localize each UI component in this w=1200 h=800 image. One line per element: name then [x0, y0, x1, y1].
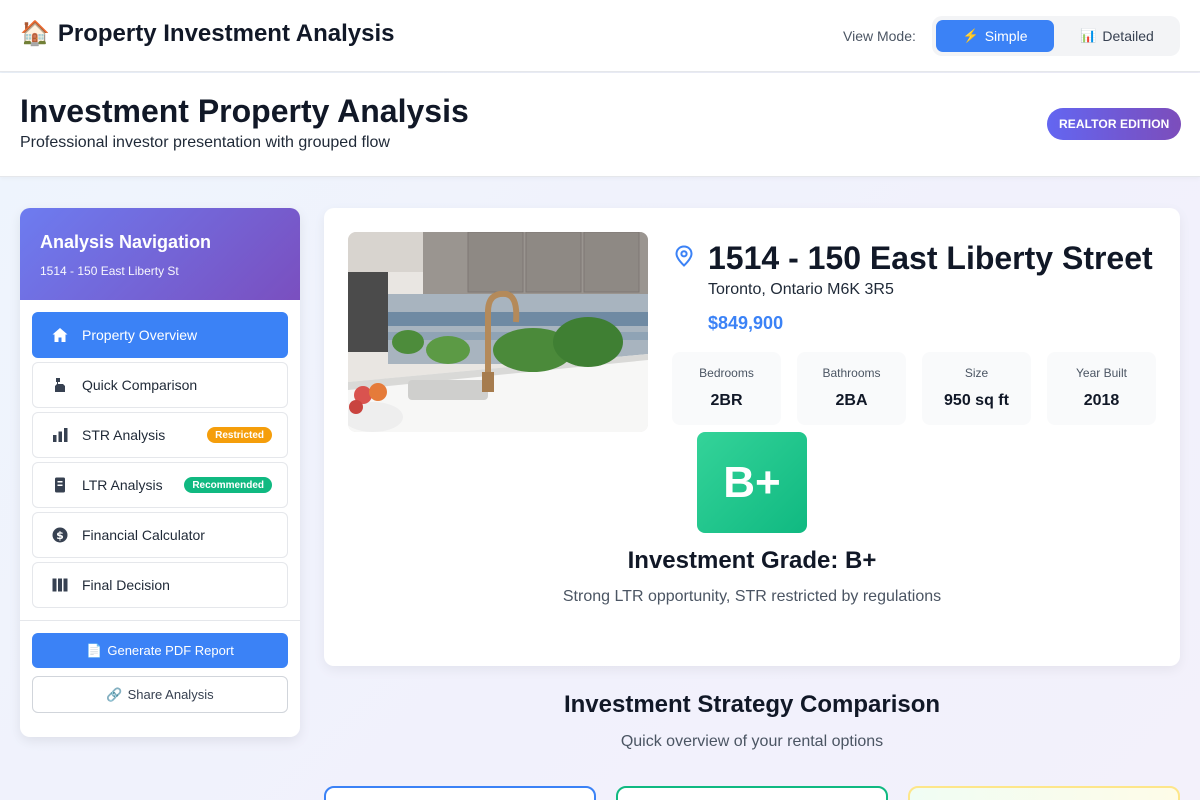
- realtor-edition-badge: REALTOR EDITION: [1047, 108, 1182, 140]
- sidebar-item-label: Quick Comparison: [82, 377, 198, 393]
- svg-text:$: $: [56, 529, 64, 542]
- bar-chart-icon: [49, 426, 71, 444]
- sidebar-item-label: Property Overview: [82, 327, 198, 343]
- sidebar-title: Analysis Navigation: [40, 232, 212, 252]
- sidebar-item-final-decision[interactable]: Final Decision: [32, 562, 288, 608]
- stat-label: Year Built: [1076, 366, 1127, 380]
- sidebar-item-ltr-analysis[interactable]: LTR Analysis Recommended: [32, 462, 288, 508]
- share-analysis-label: Share Analysis: [127, 687, 214, 702]
- share-analysis-button[interactable]: 🔗 Share Analysis: [32, 676, 288, 713]
- property-price: $849,900: [708, 313, 784, 333]
- sidebar-item-str-analysis[interactable]: STR Analysis Restricted: [32, 412, 288, 458]
- page-header: Investment Property Analysis Professiona…: [0, 73, 1200, 177]
- sidebar-item-label: STR Analysis: [82, 427, 166, 443]
- stat-value: 950 sq ft: [944, 392, 1009, 409]
- page-subtitle: Professional investor presentation with …: [20, 134, 390, 151]
- generate-pdf-label: Generate PDF Report: [107, 643, 234, 658]
- compare-icon: [49, 376, 71, 394]
- stat-bathrooms: Bathrooms 2BA: [797, 352, 906, 425]
- app-title: 🏠 Property Investment Analysis: [20, 20, 394, 48]
- sidebar-item-label: LTR Analysis: [82, 477, 163, 493]
- stat-year-built: Year Built 2018: [1047, 352, 1156, 425]
- restricted-badge: Restricted: [207, 427, 272, 443]
- top-bar: 🏠 Property Investment Analysis View Mode…: [0, 0, 1200, 72]
- app-title-text: Property Investment Analysis: [57, 20, 395, 47]
- strategy-section-subtitle: Quick overview of your rental options: [620, 733, 884, 750]
- property-photo: [348, 232, 648, 432]
- investment-grade-badge: B+: [697, 432, 807, 533]
- chart-icon: 📊: [1080, 28, 1097, 43]
- strategy-section-title: Investment Strategy Comparison: [563, 691, 941, 718]
- simple-mode-button[interactable]: ⚡ Simple: [936, 20, 1054, 52]
- house-icon: 🏠: [20, 20, 50, 47]
- stat-value: 2BA: [835, 392, 868, 409]
- sidebar-item-label: Financial Calculator: [82, 527, 205, 543]
- property-address: 1514 - 150 East Liberty Street: [708, 240, 1153, 276]
- stat-bedrooms: Bedrooms 2BR: [672, 352, 781, 425]
- page-title: Investment Property Analysis: [20, 93, 469, 129]
- strategy-card-str[interactable]: [324, 786, 596, 800]
- detailed-mode-button[interactable]: 📊 Detailed: [1058, 20, 1176, 52]
- sidebar-item-quick-comparison[interactable]: Quick Comparison: [32, 362, 288, 408]
- strategy-card-third[interactable]: [908, 786, 1180, 800]
- stat-value: 2018: [1083, 392, 1120, 409]
- view-mode-label: View Mode:: [843, 28, 916, 44]
- link-icon: 🔗: [106, 686, 123, 702]
- simple-mode-label: Simple: [984, 28, 1028, 44]
- location-pin-icon: [674, 245, 694, 272]
- sidebar-divider: [20, 620, 300, 621]
- stat-label: Bedrooms: [699, 366, 754, 380]
- stat-label: Size: [964, 366, 989, 380]
- property-city: Toronto, Ontario M6K 3R5: [708, 281, 894, 298]
- stat-label: Bathrooms: [822, 366, 881, 380]
- sidebar-item-label: Final Decision: [82, 577, 170, 593]
- recommended-badge: Recommended: [184, 477, 272, 493]
- sidebar-item-property-overview[interactable]: Property Overview: [32, 312, 288, 358]
- investment-grade-title: Investment Grade: B+: [627, 547, 877, 574]
- view-mode-toggle: ⚡ Simple 📊 Detailed: [932, 16, 1180, 56]
- document-icon: 📄: [86, 642, 103, 658]
- property-stats: Bedrooms 2BR Bathrooms 2BA Size 950 sq f…: [672, 352, 1156, 425]
- generate-pdf-button[interactable]: 📄 Generate PDF Report: [32, 633, 288, 668]
- detailed-mode-label: Detailed: [1102, 28, 1154, 44]
- property-overview-card: 1514 - 150 East Liberty Street Toronto, …: [324, 208, 1180, 666]
- document-icon: [49, 476, 71, 494]
- sidebar-item-financial-calculator[interactable]: $ Financial Calculator: [32, 512, 288, 558]
- strategy-card-ltr[interactable]: [616, 786, 888, 800]
- stat-value: 2BR: [710, 392, 743, 409]
- sidebar-actions: 📄 Generate PDF Report 🔗 Share Analysis: [20, 633, 300, 713]
- columns-icon: [49, 576, 71, 594]
- analysis-sidebar: Analysis Navigation 1514 - 150 East Libe…: [20, 208, 300, 737]
- home-icon: [49, 326, 71, 344]
- investment-grade-description: Strong LTR opportunity, STR restricted b…: [562, 588, 942, 605]
- stat-size: Size 950 sq ft: [922, 352, 1031, 425]
- dollar-icon: $: [49, 526, 71, 544]
- lightning-icon: ⚡: [962, 28, 979, 43]
- sidebar-nav: Property Overview Quick Comparison STR A…: [20, 300, 300, 608]
- sidebar-subtitle: 1514 - 150 East Liberty St: [40, 264, 179, 278]
- sidebar-header: Analysis Navigation 1514 - 150 East Libe…: [20, 208, 300, 300]
